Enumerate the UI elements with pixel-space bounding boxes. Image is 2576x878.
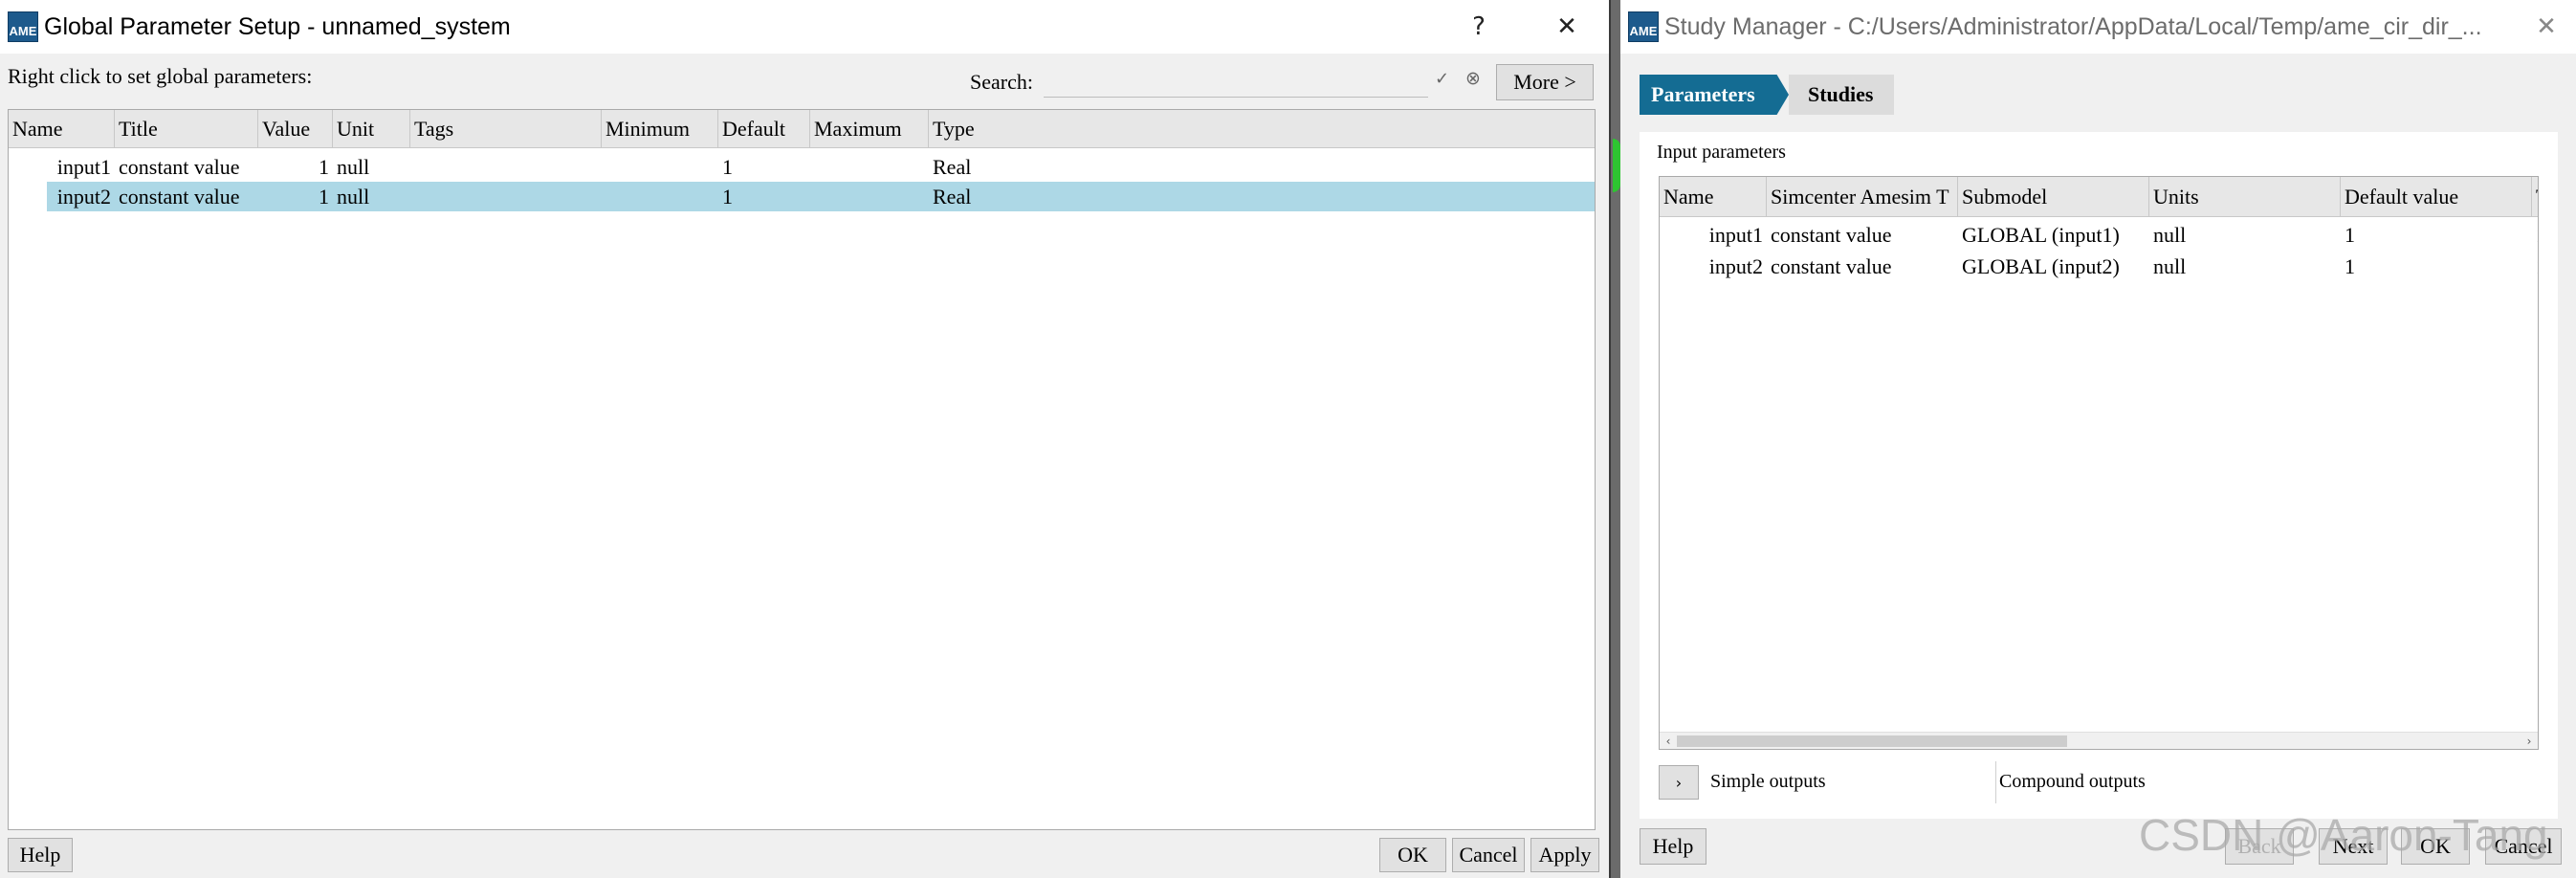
green-indicator: [1613, 139, 1620, 192]
column-header-unit[interactable]: Unit: [333, 110, 410, 148]
amesim-app-icon: AME: [1628, 11, 1659, 42]
title-bar: AME Global Parameter Setup - unnamed_sys…: [0, 0, 1609, 54]
cancel-button[interactable]: Cancel: [1452, 838, 1525, 872]
simple-outputs-label[interactable]: Simple outputs: [1710, 771, 1826, 793]
window-divider: [1609, 0, 1620, 878]
cell-name: input2: [56, 185, 111, 209]
cell-truncated: 1: [2532, 251, 2538, 282]
column-header-minimum[interactable]: Minimum: [602, 110, 718, 148]
cell-value[interactable]: 1: [258, 152, 333, 182]
cell-units: null: [2153, 223, 2187, 247]
amesim-app-icon: AME: [8, 11, 38, 42]
cell-minimum: [602, 182, 718, 211]
column-header-truncated[interactable]: T: [2532, 177, 2538, 217]
clear-search-icon[interactable]: ⊗: [1465, 68, 1481, 89]
input-parameters-table: Name Simcenter Amesim T Submodel Units D…: [1659, 176, 2539, 750]
cell-tags: [410, 182, 602, 211]
table-row-selected[interactable]: input2 constant value 1 null 1 Real: [9, 182, 1595, 211]
column-header-type[interactable]: Type: [929, 110, 1596, 148]
column-header-value[interactable]: Value: [258, 110, 333, 148]
cell-name: input2: [1708, 254, 1763, 278]
cell-unit: null: [337, 185, 370, 209]
cell-maximum: [810, 152, 929, 182]
chevron-right-icon: ›: [1675, 773, 1683, 792]
section-label-input-parameters: Input parameters: [1657, 142, 1786, 163]
column-header-default[interactable]: Default: [718, 110, 810, 148]
search-input[interactable]: [1044, 65, 1428, 98]
check-icon[interactable]: ✓: [1435, 69, 1449, 89]
help-button[interactable]: Help: [1640, 828, 1706, 865]
cell-title: constant value: [119, 155, 240, 179]
close-icon[interactable]: ✕: [1540, 0, 1594, 54]
column-header-units[interactable]: Units: [2149, 177, 2341, 217]
column-header-simcenter-title[interactable]: Simcenter Amesim T: [1767, 177, 1958, 217]
cell-title: constant value: [119, 185, 240, 209]
watermark: CSDN @Aaron-Tang: [2139, 810, 2548, 860]
cell-maximum: [810, 182, 929, 211]
apply-button[interactable]: Apply: [1530, 838, 1599, 872]
cell-name: input1: [56, 155, 111, 179]
more-button[interactable]: More >: [1496, 64, 1594, 100]
outputs-separator: [1995, 761, 1996, 803]
cell-name: input1: [1708, 223, 1763, 247]
scrollbar-thumb[interactable]: [1677, 735, 2067, 747]
cell-minimum: [602, 152, 718, 182]
window-title: Study Manager - C:/Users/Administrator/A…: [1664, 12, 2482, 40]
cell-title: constant value: [1771, 254, 1892, 278]
global-parameter-setup-dialog: AME Global Parameter Setup - unnamed_sys…: [0, 0, 1609, 878]
window-title: Global Parameter Setup - unnamed_system: [44, 12, 511, 40]
cell-default-value: 1: [2345, 223, 2355, 247]
scroll-right-icon[interactable]: ›: [2521, 733, 2538, 749]
column-header-default-value[interactable]: Default value: [2341, 177, 2532, 217]
instruction-text: Right click to set global parameters:: [8, 64, 313, 88]
horizontal-scrollbar[interactable]: ‹ ›: [1660, 732, 2538, 749]
cell-type: Real: [933, 155, 972, 179]
expand-simple-outputs-button[interactable]: ›: [1659, 765, 1699, 800]
title-bar: AME Study Manager - C:/Users/Administrat…: [1620, 0, 2576, 54]
cell-tags: [410, 152, 602, 182]
cell-unit: null: [337, 155, 370, 179]
ok-button[interactable]: OK: [1379, 838, 1446, 872]
column-header-maximum[interactable]: Maximum: [810, 110, 929, 148]
column-header-submodel[interactable]: Submodel: [1958, 177, 2149, 217]
study-manager-dialog: AME Study Manager - C:/Users/Administrat…: [1620, 0, 2576, 878]
scroll-left-icon[interactable]: ‹: [1660, 733, 1677, 749]
close-icon[interactable]: ✕: [2520, 0, 2573, 54]
cell-default: 1: [722, 185, 733, 209]
search-label: Search:: [970, 70, 1033, 94]
cell-truncated: 1: [2532, 219, 2538, 251]
table-header: Name Title Value Unit Tags Minimum Defau…: [9, 110, 1595, 148]
tab-studies[interactable]: Studies: [1789, 75, 1894, 115]
column-header-title[interactable]: Title: [115, 110, 258, 148]
tab-parameters[interactable]: Parameters: [1640, 75, 1789, 115]
column-header-name[interactable]: Name: [9, 110, 115, 148]
compound-outputs-label[interactable]: Compound outputs: [1999, 771, 2146, 793]
table-row[interactable]: input1 constant value GLOBAL (input1) nu…: [1660, 219, 2538, 251]
cell-default-value: 1: [2345, 254, 2355, 278]
help-button[interactable]: Help: [8, 838, 73, 872]
table-row[interactable]: input2 constant value GLOBAL (input2) nu…: [1660, 251, 2538, 282]
cell-submodel: GLOBAL (input2): [1962, 254, 2120, 278]
cell-units: null: [2153, 254, 2187, 278]
column-header-name[interactable]: Name: [1660, 177, 1767, 217]
cell-value[interactable]: 1: [258, 182, 333, 211]
column-header-tags[interactable]: Tags: [410, 110, 602, 148]
cell-default: 1: [722, 155, 733, 179]
cell-title: constant value: [1771, 223, 1892, 247]
table-header: Name Simcenter Amesim T Submodel Units D…: [1660, 177, 2538, 217]
help-icon[interactable]: ?: [1452, 0, 1506, 54]
cell-type: Real: [933, 185, 972, 209]
parameters-table: Name Title Value Unit Tags Minimum Defau…: [8, 109, 1596, 830]
table-row[interactable]: input1 constant value 1 null 1 Real: [9, 152, 1595, 182]
cell-submodel: GLOBAL (input1): [1962, 223, 2120, 247]
